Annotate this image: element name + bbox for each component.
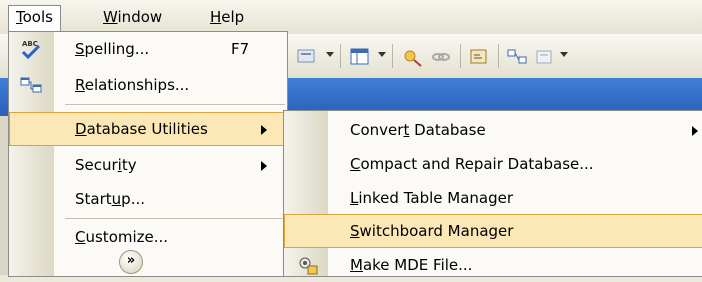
- database-utilities-submenu: Convert Database Compact and Repair Data…: [283, 110, 702, 277]
- menu-window-label: indow: [117, 8, 163, 26]
- menu-item-label: Security: [75, 148, 137, 182]
- menu-separator: [65, 104, 285, 105]
- label-mnemonic: D: [75, 120, 87, 138]
- wizard-icon[interactable]: [402, 46, 424, 68]
- label-text: elationships...: [84, 76, 190, 94]
- dropdown-arrow-icon[interactable]: [326, 52, 334, 57]
- menu-separator: [65, 218, 285, 219]
- label-text: Secur: [75, 156, 118, 174]
- dropdown-arrow-icon[interactable]: [378, 52, 386, 57]
- new-object-icon[interactable]: [534, 46, 556, 68]
- label-mnemonic: S: [350, 222, 360, 240]
- menu-item-label: Startup...: [75, 182, 145, 216]
- menu-item-label: Spelling...: [75, 32, 149, 66]
- shortcut-label: F7: [231, 40, 250, 58]
- label-mnemonic: C: [350, 155, 361, 173]
- label-mnemonic: C: [75, 228, 86, 246]
- submenu-item-make-mde-file[interactable]: Make MDE File...: [284, 248, 702, 282]
- make-mde-icon: [299, 257, 318, 275]
- menu-help-mnemonic: H: [210, 8, 222, 26]
- menu-item-customize[interactable]: Customize...: [9, 220, 287, 254]
- label-text: p...: [121, 190, 145, 208]
- relationships-toolbar-icon[interactable]: [506, 46, 528, 68]
- toolbar-separator: [460, 44, 461, 68]
- menu-item-label: Compact and Repair Database...: [350, 147, 594, 181]
- label-mnemonic: M: [350, 256, 363, 274]
- label-text: ty: [121, 156, 137, 174]
- menu-tools-label: ools: [22, 8, 53, 26]
- menu-window-mnemonic: W: [103, 8, 118, 26]
- report-view-icon[interactable]: [296, 46, 318, 68]
- label-text: Database: [409, 121, 486, 139]
- submenu-arrow-icon: [692, 126, 698, 136]
- submenu-item-switchboard-manager[interactable]: Switchboard Manager: [284, 214, 702, 248]
- menu-item-label: Relationships...: [75, 68, 189, 102]
- menu-help-label: elp: [221, 8, 245, 26]
- label-text: ustomize...: [85, 228, 169, 246]
- label-text: ompact and Repair Database...: [360, 155, 594, 173]
- menu-item-security[interactable]: Security: [9, 148, 287, 182]
- label-text: inked Table Manager: [358, 189, 514, 207]
- menu-bar: Tools Window Help: [0, 0, 702, 35]
- menu-item-database-utilities[interactable]: Database Utilities: [9, 112, 287, 146]
- label-mnemonic: S: [75, 40, 85, 58]
- spelling-icon: ABC: [21, 40, 41, 60]
- submenu-item-linked-table-manager[interactable]: Linked Table Manager: [284, 181, 702, 215]
- svg-text:ABC: ABC: [22, 40, 38, 48]
- menu-item-label: Make MDE File...: [350, 248, 472, 282]
- menu-item-label: Switchboard Manager: [350, 214, 513, 248]
- toolbar-separator: [340, 44, 341, 68]
- label-mnemonic: R: [75, 76, 85, 94]
- link-icon[interactable]: [430, 46, 452, 68]
- menu-item-label: Convert Database: [350, 113, 486, 147]
- submenu-arrow-icon: [261, 161, 267, 171]
- properties-icon[interactable]: [468, 46, 490, 68]
- label-mnemonic: u: [111, 190, 122, 208]
- label-text: pelling...: [84, 40, 150, 58]
- submenu-item-convert-database[interactable]: Convert Database: [284, 113, 702, 147]
- submenu-arrow-icon: [261, 125, 267, 135]
- menu-help[interactable]: Help: [203, 6, 251, 28]
- label-text: atabase Utilities: [86, 120, 208, 138]
- menu-item-label: Database Utilities: [75, 112, 208, 146]
- label-text: witchboard Manager: [359, 222, 514, 240]
- submenu-item-compact-repair[interactable]: Compact and Repair Database...: [284, 147, 702, 181]
- menu-window[interactable]: Window: [96, 6, 169, 28]
- toolbar-separator: [392, 44, 393, 68]
- menu-tools-mnemonic: T: [16, 8, 23, 26]
- label-text: Start: [75, 190, 112, 208]
- menu-item-label: Customize...: [75, 220, 168, 254]
- menu-item-relationships[interactable]: Relationships...: [9, 68, 287, 102]
- label-text: ake MDE File...: [362, 256, 473, 274]
- table-icon[interactable]: [349, 46, 371, 68]
- relationships-icon: [20, 77, 42, 93]
- menu-item-startup[interactable]: Startup...: [9, 182, 287, 216]
- dropdown-arrow-icon[interactable]: [560, 52, 568, 57]
- menu-tools[interactable]: Tools: [8, 5, 61, 33]
- expand-chevron-icon[interactable]: »: [119, 250, 143, 274]
- menu-item-label: Linked Table Manager: [350, 181, 513, 215]
- toolbar-separator: [498, 44, 499, 68]
- label-text: Conver: [350, 121, 404, 139]
- tools-menu: ABC Spelling... F7 Relationships... Data…: [8, 31, 288, 277]
- menu-item-spelling[interactable]: ABC Spelling... F7: [9, 32, 287, 66]
